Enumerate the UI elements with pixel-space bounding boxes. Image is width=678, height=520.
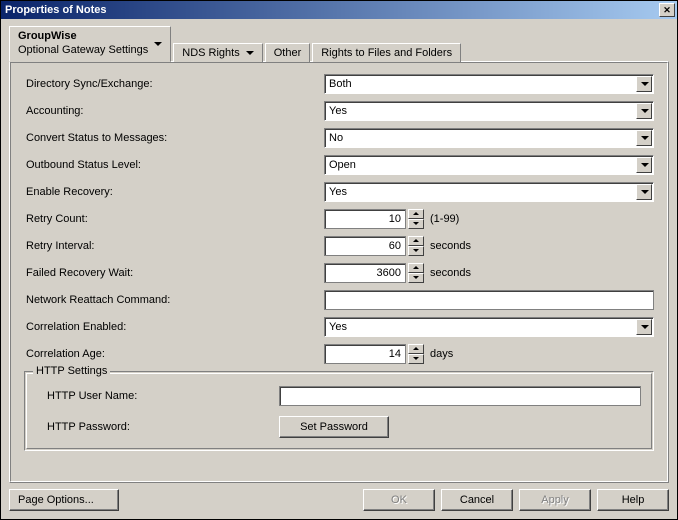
input-retry-interval[interactable]: 60 (324, 236, 406, 256)
spinner-down-icon[interactable] (408, 273, 424, 283)
spinner-down-icon[interactable] (408, 354, 424, 364)
select-correlation-enabled-value: Yes (329, 321, 347, 333)
tab-nds-label: NDS Rights (182, 47, 239, 59)
tab-groupwise-label: GroupWise (18, 30, 77, 42)
label-failed-recovery: Failed Recovery Wait: (24, 267, 324, 279)
input-failed-recovery[interactable]: 3600 (324, 263, 406, 283)
select-enable-recovery[interactable]: Yes (324, 182, 654, 202)
suffix-failed-recovery: seconds (430, 267, 471, 279)
cancel-button[interactable]: Cancel (441, 489, 513, 511)
apply-button[interactable]: Apply (519, 489, 591, 511)
select-outbound-status[interactable]: Open (324, 155, 654, 175)
label-http-user: HTTP User Name: (37, 390, 279, 402)
dialog-footer: Page Options... OK Cancel Apply Help (1, 483, 677, 519)
tab-panel: Directory Sync/Exchange: Both Accounting… (9, 61, 669, 484)
close-icon[interactable]: ✕ (659, 3, 675, 17)
suffix-retry-interval: seconds (430, 240, 471, 252)
spinner-up-icon[interactable] (408, 209, 424, 219)
label-dir-sync: Directory Sync/Exchange: (24, 78, 324, 90)
chevron-down-icon[interactable] (636, 76, 652, 92)
tab-other[interactable]: Other (265, 43, 311, 62)
group-title-http: HTTP Settings (33, 365, 110, 377)
tab-rights-label: Rights to Files and Folders (321, 47, 452, 59)
label-accounting: Accounting: (24, 105, 324, 117)
window-title: Properties of Notes (5, 4, 106, 16)
select-dir-sync[interactable]: Both (324, 74, 654, 94)
chevron-down-icon[interactable] (636, 130, 652, 146)
spinner-up-icon[interactable] (408, 344, 424, 354)
chevron-down-icon (246, 51, 254, 55)
input-correlation-age[interactable]: 14 (324, 344, 406, 364)
set-password-button[interactable]: Set Password (279, 416, 389, 438)
chevron-down-icon[interactable] (636, 157, 652, 173)
spinner-up-icon[interactable] (408, 263, 424, 273)
tab-rights-files[interactable]: Rights to Files and Folders (312, 43, 461, 62)
spinner-correlation-age[interactable] (408, 344, 424, 364)
select-enable-recovery-value: Yes (329, 186, 347, 198)
select-correlation-enabled[interactable]: Yes (324, 317, 654, 337)
select-convert-status[interactable]: No (324, 128, 654, 148)
select-outbound-status-value: Open (329, 159, 356, 171)
ok-button[interactable]: OK (363, 489, 435, 511)
tab-other-label: Other (274, 47, 302, 59)
label-correlation-enabled: Correlation Enabled: (24, 321, 324, 333)
spinner-up-icon[interactable] (408, 236, 424, 246)
dialog-window: Properties of Notes ✕ GroupWise Optional… (0, 0, 678, 520)
spinner-retry-count[interactable] (408, 209, 424, 229)
label-http-password: HTTP Password: (37, 421, 279, 433)
spinner-down-icon[interactable] (408, 219, 424, 229)
chevron-down-icon (154, 42, 162, 46)
label-convert-status: Convert Status to Messages: (24, 132, 324, 144)
spinner-failed-recovery[interactable] (408, 263, 424, 283)
chevron-down-icon[interactable] (636, 184, 652, 200)
label-network-reattach: Network Reattach Command: (24, 294, 324, 306)
spinner-down-icon[interactable] (408, 246, 424, 256)
tab-groupwise[interactable]: GroupWise Optional Gateway Settings (9, 26, 171, 62)
select-convert-status-value: No (329, 132, 343, 144)
select-accounting-value: Yes (329, 105, 347, 117)
tab-strip: GroupWise Optional Gateway Settings NDS … (9, 25, 669, 61)
tab-groupwise-sub: Optional Gateway Settings (18, 44, 148, 58)
label-retry-count: Retry Count: (24, 213, 324, 225)
select-accounting[interactable]: Yes (324, 101, 654, 121)
input-retry-count[interactable]: 10 (324, 209, 406, 229)
page-options-button[interactable]: Page Options... (9, 489, 119, 511)
chevron-down-icon[interactable] (636, 103, 652, 119)
label-outbound-status: Outbound Status Level: (24, 159, 324, 171)
label-enable-recovery: Enable Recovery: (24, 186, 324, 198)
group-http-settings: HTTP Settings HTTP User Name: HTTP Passw… (24, 371, 654, 451)
label-correlation-age: Correlation Age: (24, 348, 324, 360)
suffix-correlation-age: days (430, 348, 453, 360)
label-retry-interval: Retry Interval: (24, 240, 324, 252)
help-button[interactable]: Help (597, 489, 669, 511)
titlebar: Properties of Notes ✕ (1, 1, 677, 19)
tab-nds-rights[interactable]: NDS Rights (173, 43, 262, 62)
suffix-retry-count: (1-99) (430, 213, 459, 225)
chevron-down-icon[interactable] (636, 319, 652, 335)
input-http-user[interactable] (279, 386, 641, 406)
spinner-retry-interval[interactable] (408, 236, 424, 256)
select-dir-sync-value: Both (329, 78, 352, 90)
input-network-reattach[interactable] (324, 290, 654, 310)
